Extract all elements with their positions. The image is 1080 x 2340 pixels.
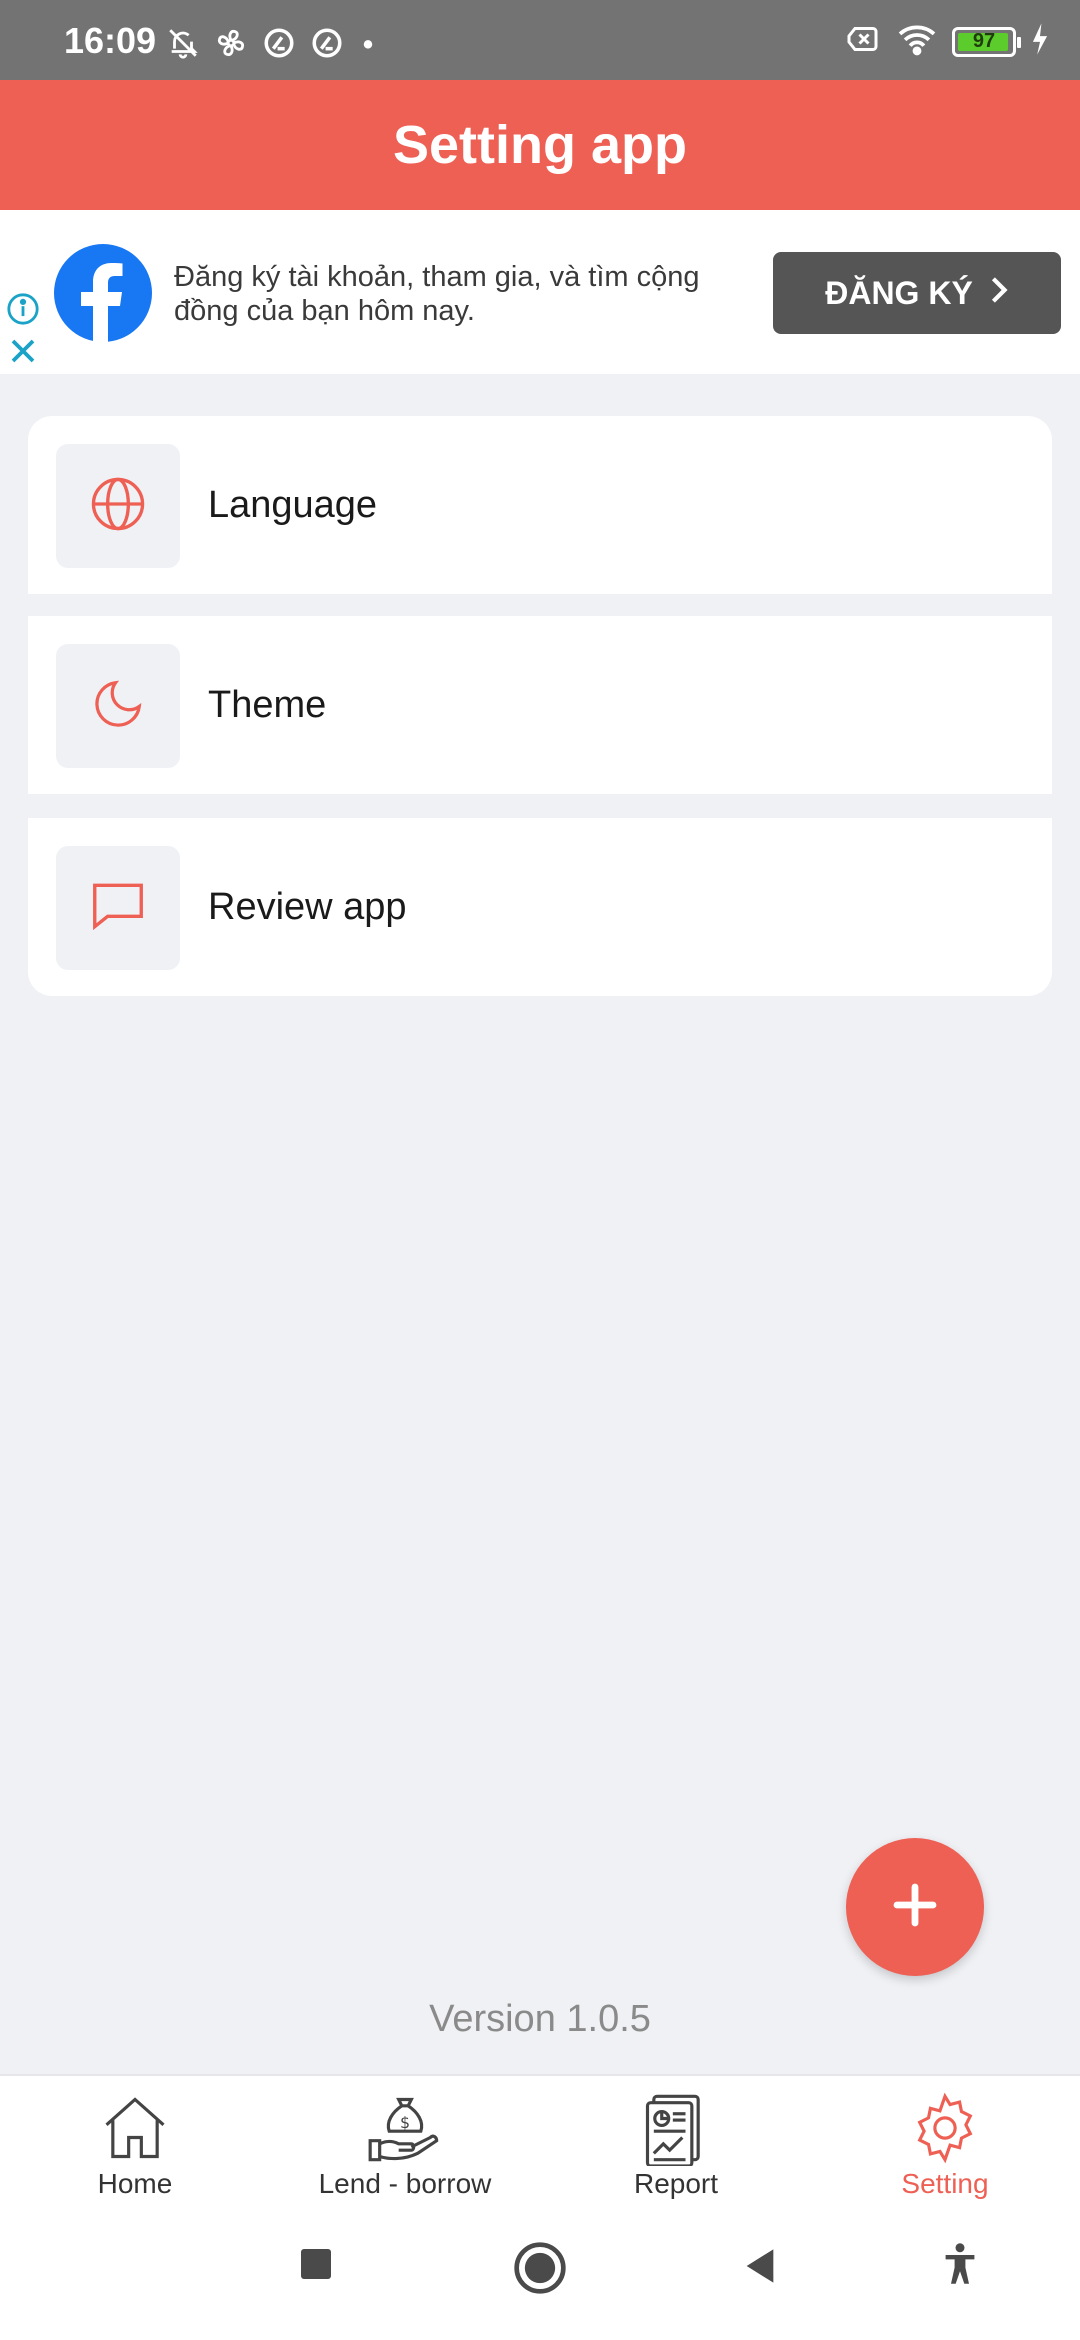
settings-item-label: Language	[208, 483, 378, 526]
settings-item-label: Review app	[208, 885, 407, 928]
settings-item-icon-box	[56, 644, 180, 768]
recents-button[interactable]	[298, 2246, 334, 2287]
home-nav-button[interactable]	[512, 2240, 568, 2301]
ad-banner[interactable]: Đăng ký tài khoản, tham gia, và tìm cộng…	[0, 210, 1080, 374]
system-navigation-bar	[0, 2210, 1080, 2340]
moon-icon	[88, 674, 148, 739]
battery-indicator: 97	[952, 26, 1021, 57]
chevron-right-icon	[989, 275, 1009, 312]
nav-item-report[interactable]: Report	[541, 2076, 811, 2212]
bottom-navigation: Home $ Lend - borrow Report Setting	[0, 2074, 1080, 2210]
status-left-icons	[166, 26, 378, 65]
gear-icon	[810, 2090, 1080, 2166]
app-version: Version 1.0.5	[429, 1998, 651, 2040]
nav-item-label: Setting	[901, 2168, 989, 2199]
app-notification-icon	[262, 26, 296, 65]
ad-close-icon[interactable]	[8, 336, 38, 371]
status-time: 16:09	[64, 20, 157, 61]
fan-icon	[214, 26, 248, 65]
accessibility-icon[interactable]	[942, 2242, 978, 2291]
nav-item-label: Lend - borrow	[318, 2168, 492, 2199]
settings-item-label: Theme	[208, 683, 327, 726]
charging-icon	[1030, 22, 1050, 61]
ad-signup-button[interactable]: ĐĂNG KÝ	[773, 252, 1061, 334]
nav-item-setting[interactable]: Setting	[810, 2076, 1080, 2212]
report-icon	[541, 2090, 811, 2166]
bell-muted-icon	[166, 26, 200, 65]
dot-icon	[358, 26, 378, 65]
status-bar: 16:09 97	[0, 0, 1080, 80]
facebook-logo-icon	[54, 244, 152, 342]
plus-icon	[891, 1881, 939, 1934]
app-header: Setting app	[0, 80, 1080, 210]
page-title: Setting app	[393, 115, 687, 175]
back-button[interactable]	[742, 2246, 778, 2291]
settings-item-review-app[interactable]: Review app	[28, 818, 1052, 996]
nav-item-lend-borrow[interactable]: $ Lend - borrow	[270, 2076, 540, 2212]
settings-item-icon-box	[56, 444, 180, 568]
status-right-icons: 97	[846, 22, 1050, 61]
chat-bubble-icon	[87, 875, 149, 942]
nav-item-home[interactable]: Home	[0, 2076, 270, 2212]
ad-info-icon[interactable]	[6, 292, 40, 331]
settings-item-theme[interactable]: Theme	[28, 616, 1052, 794]
home-icon	[0, 2090, 270, 2166]
money-bag-hand-icon: $	[270, 2090, 540, 2166]
battery-level: 97	[972, 30, 996, 52]
settings-item-language[interactable]: Language	[28, 416, 1052, 594]
app-notification-icon-2	[310, 26, 344, 65]
add-button[interactable]	[846, 1838, 984, 1976]
settings-item-icon-box	[56, 846, 180, 970]
globe-icon	[87, 473, 149, 540]
ad-text: Đăng ký tài khoản, tham gia, và tìm cộng…	[174, 261, 700, 327]
svg-text:$: $	[400, 2113, 410, 2132]
wifi-icon	[896, 22, 938, 61]
nav-item-label: Report	[633, 2168, 719, 2199]
nav-item-label: Home	[97, 2168, 173, 2199]
ad-signup-label: ĐĂNG KÝ	[825, 274, 973, 311]
sim-x-icon	[846, 24, 882, 59]
